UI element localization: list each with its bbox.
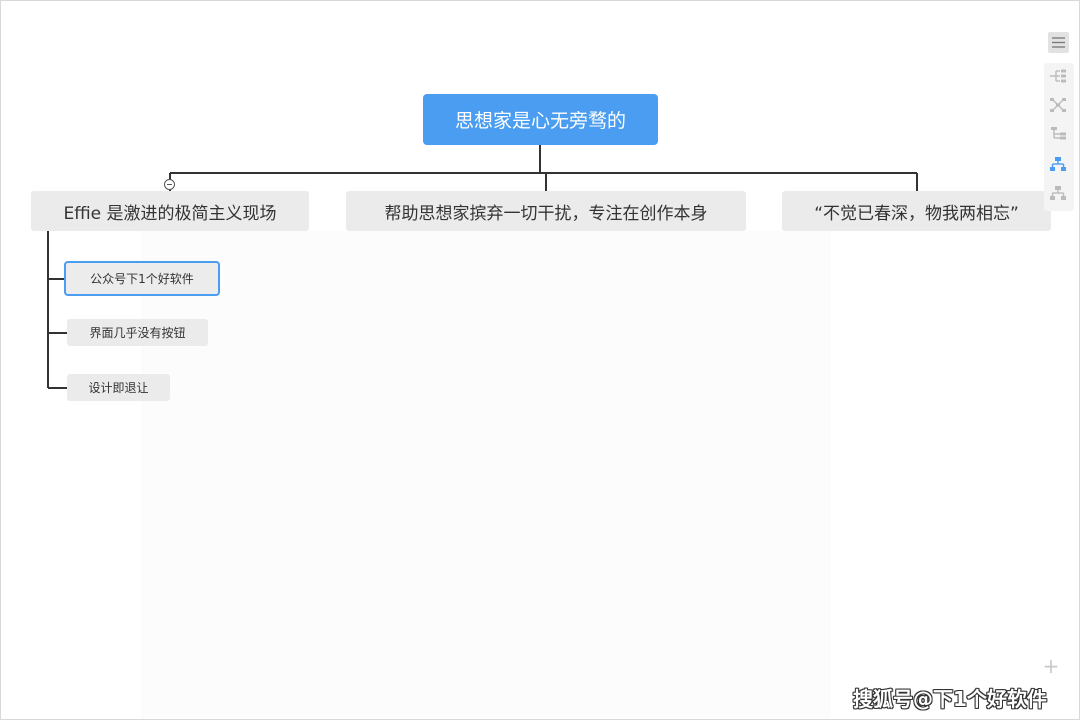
layout-right-icon xyxy=(1051,127,1066,140)
menu-icon xyxy=(1052,37,1065,48)
layout-tree-icon xyxy=(1050,186,1066,200)
layout-org-chart-icon xyxy=(1050,157,1066,171)
collapse-branch-toggle[interactable] xyxy=(164,179,175,190)
layout-right-button[interactable] xyxy=(1046,122,1070,146)
leaf-node[interactable]: 设计即退让 xyxy=(67,374,170,401)
root-node[interactable]: 思想家是心无旁骛的 xyxy=(423,94,658,145)
root-node-label: 思想家是心无旁骛的 xyxy=(454,110,626,132)
branch-node-label: 帮助思想家摈弃一切干扰，专注在创作本身 xyxy=(384,203,708,224)
leaf-node[interactable]: 界面几乎没有按钮 xyxy=(67,319,208,346)
menu-button[interactable] xyxy=(1048,32,1069,53)
leaf-node-label: 界面几乎没有按钮 xyxy=(89,326,186,340)
zoom-in-button[interactable]: + xyxy=(1041,656,1061,676)
leaf-node-selected[interactable]: 公众号下1个好软件 xyxy=(64,261,220,296)
branch-node-label: “不觉已春深，物我两相忘” xyxy=(814,203,1019,224)
watermark-text: 搜狐号@下1个好软件 xyxy=(853,687,1047,711)
layout-tree-button[interactable] xyxy=(1046,181,1070,205)
mindmap-canvas[interactable]: 思想家是心无旁骛的 Effie 是激进的极简主义现场 帮助思想家摈弃一切干扰，专… xyxy=(0,0,1080,720)
branch-node-2[interactable]: 帮助思想家摈弃一切干扰，专注在创作本身 xyxy=(346,191,746,231)
leaf-node-label: 公众号下1个好软件 xyxy=(90,272,194,286)
branch-node-label: Effie 是激进的极简主义现场 xyxy=(63,203,277,224)
layout-both-sides-icon xyxy=(1050,98,1066,112)
layout-both-sides-button[interactable] xyxy=(1046,93,1070,117)
branch-node-1[interactable]: Effie 是激进的极简主义现场 xyxy=(31,191,309,231)
layout-org-chart-button[interactable] xyxy=(1046,152,1070,176)
layout-left-icon xyxy=(1050,69,1066,83)
leaf-node-label: 设计即退让 xyxy=(88,381,149,395)
layout-left-button[interactable] xyxy=(1046,64,1070,88)
branch-node-3[interactable]: “不觉已春深，物我两相忘” xyxy=(782,191,1051,231)
